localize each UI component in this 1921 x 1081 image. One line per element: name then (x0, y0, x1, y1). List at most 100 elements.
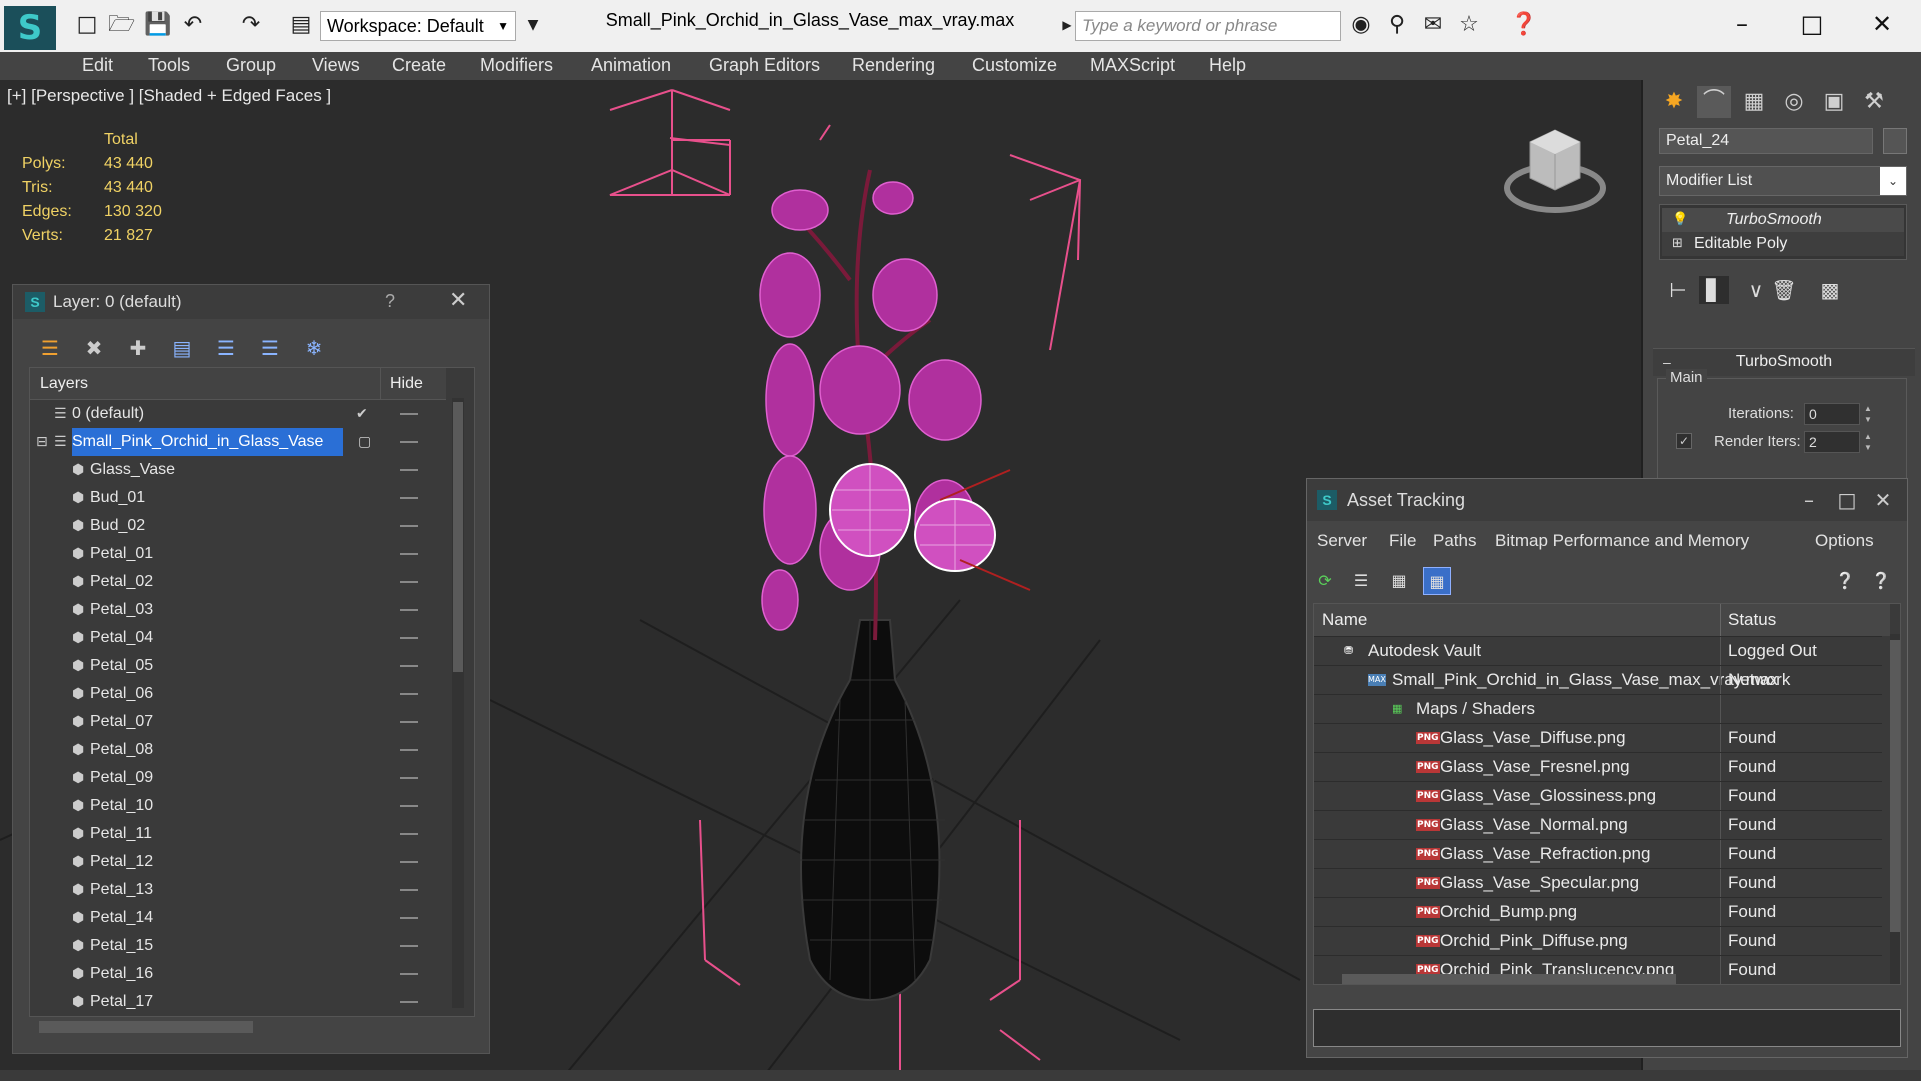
list-view-icon[interactable]: ☰ (1347, 567, 1375, 595)
highlight-selected-layer-icon[interactable]: ☰ (211, 333, 241, 363)
show-end-result-icon[interactable]: ▋ (1699, 276, 1729, 304)
favorites-star-icon[interactable]: ☆ (1456, 12, 1482, 38)
layer-row[interactable]: ☰ 0 (default) ✔ (30, 400, 446, 428)
menu-graph-editors[interactable]: Graph Editors (709, 55, 820, 76)
asset-menu-server[interactable]: Server (1317, 531, 1367, 551)
hide-toggle[interactable] (400, 469, 418, 471)
vault-help-icon[interactable]: ❔ (1831, 567, 1859, 595)
redo-icon[interactable]: ↷ (238, 12, 264, 38)
hide-toggle[interactable] (400, 749, 418, 751)
vertical-scrollbar[interactable] (1890, 634, 1900, 984)
hide-toggle[interactable] (400, 889, 418, 891)
modifier-list-dropdown[interactable]: Modifier List ⌄ (1659, 166, 1907, 196)
hide-toggle[interactable] (400, 805, 418, 807)
object-row[interactable]: ⬢ Petal_10 (30, 792, 446, 820)
hide-toggle[interactable] (400, 777, 418, 779)
delete-layer-icon[interactable]: ✖ (79, 333, 109, 363)
object-color-swatch[interactable] (1883, 128, 1907, 154)
hide-toggle[interactable] (400, 973, 418, 975)
asset-row[interactable]: PNG Orchid_Bump.png Found (1314, 897, 1882, 926)
column-header-name[interactable]: Name (1322, 604, 1367, 636)
hide-toggle[interactable] (400, 441, 418, 443)
asset-row[interactable]: PNG Orchid_Pink_Diffuse.png Found (1314, 926, 1882, 955)
hide-toggle[interactable] (400, 665, 418, 667)
open-file-icon[interactable]: 🗁 (108, 12, 135, 38)
make-current-icon[interactable]: ▢ (358, 428, 371, 456)
menu-tools[interactable]: Tools (148, 55, 190, 76)
expand-plus-icon[interactable]: ⊞ (1672, 232, 1683, 256)
hide-toggle[interactable] (400, 861, 418, 863)
undo-icon[interactable]: ↶ (180, 12, 206, 38)
table-view-icon[interactable]: ▦ (1423, 567, 1451, 595)
object-row[interactable]: ⬢ Petal_15 (30, 932, 446, 960)
hide-toggle[interactable] (400, 553, 418, 555)
asset-menu-file[interactable]: File (1389, 531, 1416, 551)
key-icon[interactable]: ⚲ (1384, 12, 1410, 38)
object-row[interactable]: ⬢ Petal_07 (30, 708, 446, 736)
menu-group[interactable]: Group (226, 55, 276, 76)
object-row[interactable]: ⬢ Bud_02 (30, 512, 446, 540)
minimize-icon[interactable]: – (1722, 8, 1762, 40)
stack-item-turbosmooth[interactable]: 💡 TurboSmooth (1662, 208, 1904, 232)
horizontal-scrollbar[interactable] (39, 1021, 253, 1033)
layer-row[interactable]: ⊟ ☰ Small_Pink_Orchid_in_Glass_Vase ▢ (30, 428, 446, 456)
help-icon[interactable]: ? (385, 291, 395, 312)
hide-toggle[interactable] (400, 917, 418, 919)
asset-row[interactable]: ▦ Maps / Shaders (1314, 694, 1882, 723)
hide-toggle[interactable] (400, 581, 418, 583)
display-tab-icon[interactable]: ▣ (1817, 86, 1851, 118)
column-header-layers[interactable]: Layers (40, 368, 88, 400)
asset-window-titlebar[interactable]: S Asset Tracking – □ ✕ (1307, 479, 1907, 521)
asset-row[interactable]: PNG Glass_Vase_Fresnel.png Found (1314, 752, 1882, 781)
asset-row[interactable]: MAX Small_Pink_Orchid_in_Glass_Vase_max_v… (1314, 665, 1882, 694)
make-unique-icon[interactable]: ∨ (1741, 276, 1771, 304)
object-row[interactable]: ⬢ Petal_04 (30, 624, 446, 652)
asset-help-icon[interactable]: ❔ (1867, 567, 1895, 595)
iterations-spinner[interactable]: 0 (1804, 403, 1860, 425)
object-row[interactable]: ⬢ Bud_01 (30, 484, 446, 512)
spinner-arrows-icon[interactable]: ▲ ▼ (1862, 403, 1874, 425)
add-to-layer-icon[interactable]: ✚ (123, 333, 153, 363)
asset-row[interactable]: PNG Glass_Vase_Normal.png Found (1314, 810, 1882, 839)
menu-animation[interactable]: Animation (591, 55, 671, 76)
motion-tab-icon[interactable]: ◎ (1777, 86, 1811, 118)
menu-help[interactable]: Help (1209, 55, 1246, 76)
column-header-status[interactable]: Status (1728, 604, 1776, 636)
hide-toggle[interactable] (400, 1001, 418, 1003)
hide-toggle[interactable] (400, 413, 418, 415)
menu-maxscript[interactable]: MAXScript (1090, 55, 1175, 76)
remove-modifier-icon[interactable]: 🗑 (1769, 276, 1799, 304)
asset-row[interactable]: PNG Glass_Vase_Refraction.png Found (1314, 839, 1882, 868)
communication-icon[interactable]: ✉ (1420, 12, 1446, 38)
app-logo-icon[interactable]: S (4, 6, 56, 50)
close-icon[interactable]: ✕ (449, 288, 467, 313)
save-file-icon[interactable]: 💾 (144, 12, 171, 38)
lightbulb-icon[interactable]: 💡 (1672, 208, 1688, 232)
create-tab-icon[interactable]: ✸ (1657, 86, 1691, 118)
hide-toggle[interactable] (400, 525, 418, 527)
hide-toggle[interactable] (400, 945, 418, 947)
object-row[interactable]: ⬢ Petal_12 (30, 848, 446, 876)
collapse-icon[interactable]: ⊟ (36, 428, 48, 456)
configure-sets-icon[interactable]: ▩ (1815, 276, 1845, 304)
object-row[interactable]: ⬢ Petal_16 (30, 960, 446, 988)
object-row[interactable]: ⬢ Glass_Vase (30, 456, 446, 484)
hide-toggle[interactable] (400, 833, 418, 835)
utilities-tab-icon[interactable]: ⚒ (1857, 86, 1891, 118)
help-icon[interactable]: ❓ (1510, 12, 1537, 38)
menu-rendering[interactable]: Rendering (852, 55, 935, 76)
maximize-icon[interactable]: □ (1829, 485, 1865, 515)
create-layer-icon[interactable]: ☰ (35, 333, 65, 363)
spinner-arrows-icon[interactable]: ▲ ▼ (1862, 431, 1874, 453)
pin-stack-icon[interactable]: ⊢ (1663, 276, 1693, 304)
viewport-label[interactable]: [+] [Perspective ] [Shaded + Edged Faces… (7, 86, 331, 106)
close-icon[interactable]: ✕ (1862, 8, 1902, 40)
current-layer-check-icon[interactable]: ✔ (356, 400, 368, 428)
object-row[interactable]: ⬢ Petal_17 (30, 988, 446, 1016)
object-row[interactable]: ⬢ Petal_09 (30, 764, 446, 792)
refresh-icon[interactable]: ⟳ (1311, 567, 1339, 595)
hide-toggle[interactable] (400, 693, 418, 695)
asset-row[interactable]: PNG Glass_Vase_Specular.png Found (1314, 868, 1882, 897)
menu-customize[interactable]: Customize (972, 55, 1057, 76)
freeze-all-layers-icon[interactable]: ❄ (299, 333, 329, 363)
